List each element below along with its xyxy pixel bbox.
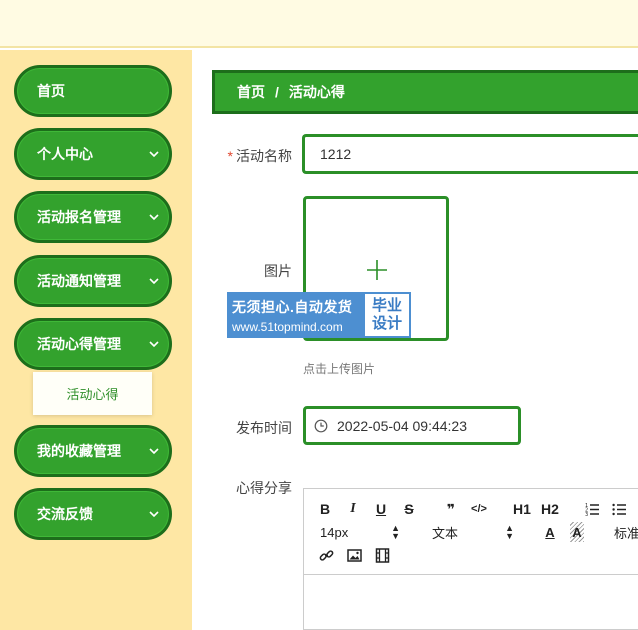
blockquote-button[interactable]: ❞ <box>443 499 459 519</box>
background-color-button[interactable]: A <box>570 522 584 542</box>
sidebar-item-label: 活动心得管理 <box>37 336 121 352</box>
font-size-select[interactable]: 14px ▲ ▼ <box>320 522 400 542</box>
chevron-down-icon <box>139 445 169 457</box>
font-type-select[interactable]: 文本 ▲ ▼ <box>432 522 514 542</box>
watermark-line2: www.51topmind.com <box>232 319 343 334</box>
watermark-line1: 无须担心.自动发货 <box>232 298 353 315</box>
sidebar-item-home[interactable]: 首页 <box>14 65 172 117</box>
sidebar-item-label: 交流反馈 <box>37 506 93 522</box>
content-label: 心得分享 <box>236 480 292 496</box>
chevron-down-icon <box>139 148 169 160</box>
chevron-down-icon <box>139 275 169 287</box>
sidebar-item-label: 首页 <box>37 83 65 99</box>
strikethrough-button[interactable]: S <box>402 499 416 519</box>
chevron-down-icon <box>139 338 169 350</box>
font-type-value: 文本 <box>432 525 459 541</box>
sidebar-item-label: 个人中心 <box>37 146 93 162</box>
link-icon[interactable] <box>318 545 334 565</box>
required-mark: * <box>227 148 233 164</box>
select-arrows-icon: ▲ ▼ <box>391 523 400 541</box>
image-label: 图片 <box>264 263 292 279</box>
heading1-button[interactable]: H1 <box>512 499 532 519</box>
sidebar-item-personal-center[interactable]: 个人中心 <box>14 128 172 180</box>
font-color-button[interactable]: A <box>543 522 557 542</box>
sidebar-item-label: 活动报名管理 <box>37 209 121 225</box>
activity-name-input[interactable]: 1212 <box>302 134 638 174</box>
plus-icon <box>367 260 387 280</box>
alignment-select[interactable]: 标准 <box>614 522 638 542</box>
sidebar-item-label: 活动通知管理 <box>37 273 121 289</box>
publish-time-label: 发布时间 <box>236 420 292 436</box>
rich-text-editor: B I U S ❞ </> H1 H2 123 14px ▲ ▼ 文本 ▲ ▼ A … <box>303 488 638 630</box>
activity-name-label: * 活动名称 <box>212 146 292 166</box>
bullet-list-icon[interactable] <box>610 499 628 519</box>
breadcrumb-separator: / <box>275 84 279 100</box>
sidebar-item-activity-registration[interactable]: 活动报名管理 <box>14 191 172 243</box>
chevron-down-icon <box>139 508 169 520</box>
breadcrumb-home[interactable]: 首页 <box>237 82 265 102</box>
video-icon[interactable] <box>374 545 390 565</box>
underline-button[interactable]: U <box>374 499 388 519</box>
watermark-badge-line2: 设计 <box>371 315 402 332</box>
select-arrows-icon: ▲ ▼ <box>505 523 514 541</box>
activity-name-value: 1212 <box>320 146 352 162</box>
ordered-list-icon[interactable]: 123 <box>583 499 601 519</box>
sidebar-item-label: 我的收藏管理 <box>37 443 121 459</box>
sidebar-item-feedback[interactable]: 交流反馈 <box>14 488 172 540</box>
chevron-down-icon <box>139 211 169 223</box>
watermark-badge-line1: 毕业 <box>371 297 402 314</box>
breadcrumb: 首页 / 活动心得 <box>212 70 638 114</box>
breadcrumb-current: 活动心得 <box>288 84 345 100</box>
editor-content-area[interactable] <box>304 576 638 630</box>
submenu-item-activity-experience[interactable]: 活动心得 <box>33 372 152 415</box>
publish-time-value: 2022-05-04 09:44:23 <box>337 417 467 434</box>
sidebar-item-activity-notice[interactable]: 活动通知管理 <box>14 255 172 307</box>
sidebar: 首页 个人中心 活动报名管理 活动通知管理 活动心得管理 活动心得 我的收藏管理… <box>0 50 192 630</box>
publish-time-picker[interactable]: 2022-05-04 09:44:23 <box>303 406 521 445</box>
heading2-button[interactable]: H2 <box>540 499 560 519</box>
top-header-bar <box>0 0 638 48</box>
activity-name-label-text: 活动名称 <box>236 148 292 164</box>
upload-hint: 点击上传图片 <box>303 362 376 376</box>
svg-text:3: 3 <box>585 512 588 517</box>
sidebar-item-favorites[interactable]: 我的收藏管理 <box>14 425 172 477</box>
code-block-button[interactable]: </> <box>470 499 488 519</box>
watermark-text-block: 无须担心.自动发货 www.51topmind.com <box>227 292 363 338</box>
editor-toolbar: B I U S ❞ </> H1 H2 123 14px ▲ ▼ 文本 ▲ ▼ A … <box>304 489 638 575</box>
watermark-badge: 毕业 设计 <box>363 292 411 338</box>
italic-button[interactable]: I <box>346 499 360 519</box>
sidebar-item-activity-experience[interactable]: 活动心得管理 <box>14 318 172 370</box>
watermark-banner: 无须担心.自动发货 www.51topmind.com 毕业 设计 <box>227 292 411 338</box>
bold-button[interactable]: B <box>318 499 332 519</box>
clock-icon <box>314 419 328 432</box>
font-size-value: 14px <box>320 524 349 540</box>
image-icon[interactable] <box>346 545 362 565</box>
